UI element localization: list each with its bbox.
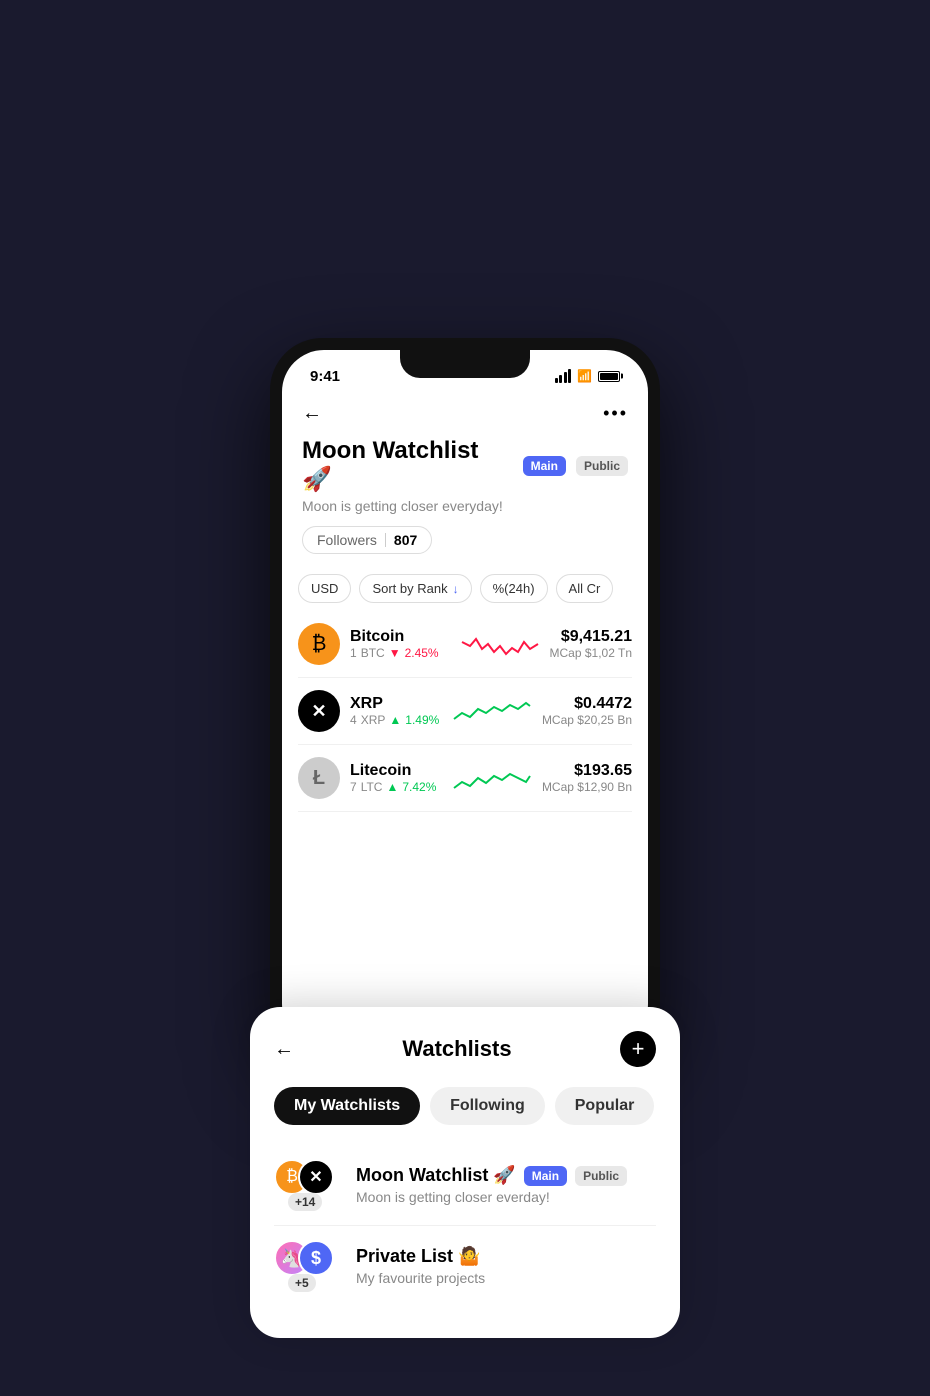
notch — [400, 350, 530, 378]
btc-meta: 1 BTC 2.45% — [350, 646, 450, 660]
moon-badge-public: Public — [575, 1166, 627, 1186]
status-icons: 📶 — [555, 369, 620, 383]
ltc-price: $193.65 — [542, 762, 632, 780]
ltc-name: Litecoin — [350, 762, 442, 780]
nav-bar: ← ••• — [282, 394, 648, 429]
filter-row: USD Sort by Rank ↓ %(24h) All Cr — [282, 566, 648, 611]
sort-arrow-icon: ↓ — [453, 582, 459, 596]
badge-main: Main — [523, 456, 566, 476]
xrp-price: $0.4472 — [542, 695, 632, 713]
ltc-price-info: $193.65 MCap $12,90 Bn — [542, 762, 632, 794]
moon-item-info: Moon Watchlist 🚀 Main Public Moon is get… — [356, 1165, 656, 1205]
btc-info: Bitcoin 1 BTC 2.45% — [350, 628, 450, 660]
coin-item-xrp[interactable]: ✕ XRP 4 XRP 1.49% $0.4472 — [298, 678, 632, 745]
moon-icon2: ✕ — [298, 1159, 334, 1195]
scene: 9:41 📶 ← ••• — [270, 338, 660, 1058]
followers-divider — [385, 533, 386, 547]
xrp-icon: ✕ — [298, 690, 340, 732]
private-item-info: Private List 🤷 My favourite projects — [356, 1246, 656, 1286]
btc-symbol: BTC — [361, 646, 385, 660]
private-more: +5 — [288, 1274, 316, 1292]
tab-following[interactable]: Following — [430, 1087, 545, 1125]
private-icons-stack: 🦄 $ +5 — [274, 1240, 342, 1292]
moon-item-desc: Moon is getting closer everday! — [356, 1189, 656, 1205]
coin-item-ltc[interactable]: Ł Litecoin 7 LTC 7.42% $1 — [298, 745, 632, 812]
tab-row: My Watchlists Following Popular — [274, 1087, 656, 1125]
status-time: 9:41 — [310, 368, 340, 385]
btc-price-info: $9,415.21 MCap $1,02 Tn — [550, 628, 633, 660]
xrp-change: 1.49% — [405, 713, 439, 727]
ltc-rank: 7 — [350, 780, 357, 794]
sheet-add-button[interactable]: + — [620, 1031, 656, 1067]
filter-change-label: %(24h) — [493, 581, 535, 596]
ltc-mcap: MCap $12,90 Bn — [542, 780, 632, 794]
signal-icon — [555, 369, 572, 383]
coin-item-btc[interactable]: ₿ Bitcoin 1 BTC 2.45% $9, — [298, 611, 632, 678]
sheet-title: Watchlists — [402, 1036, 511, 1062]
ltc-info: Litecoin 7 LTC 7.42% — [350, 762, 442, 794]
badge-public: Public — [576, 456, 628, 476]
filter-sort-label: Sort by Rank — [372, 581, 447, 596]
phone-screen: 9:41 📶 ← ••• — [282, 350, 648, 1046]
xrp-meta: 4 XRP 1.49% — [350, 713, 442, 727]
followers-count: 807 — [394, 532, 417, 548]
xrp-mcap: MCap $20,25 Bn — [542, 713, 632, 727]
btc-chart — [460, 624, 540, 664]
more-button[interactable]: ••• — [603, 403, 628, 424]
followers-badge: Followers 807 — [302, 526, 432, 554]
btc-name: Bitcoin — [350, 628, 450, 646]
watchlist-title-row: Moon Watchlist 🚀 Main Public — [302, 437, 628, 494]
sheet-header: ← Watchlists + — [274, 1031, 656, 1067]
moon-more: +14 — [288, 1193, 322, 1211]
watchlist-title: Moon Watchlist 🚀 — [302, 437, 513, 494]
moon-badge-main: Main — [524, 1166, 567, 1186]
btc-price: $9,415.21 — [550, 628, 633, 646]
private-title-row: Private List 🤷 — [356, 1246, 656, 1267]
private-icon2: $ — [298, 1240, 334, 1276]
followers-label: Followers — [317, 532, 377, 548]
coin-list: ₿ Bitcoin 1 BTC 2.45% $9, — [282, 611, 648, 812]
filter-all[interactable]: All Cr — [556, 574, 614, 603]
ltc-meta: 7 LTC 7.42% — [350, 780, 442, 794]
tab-my-watchlists[interactable]: My Watchlists — [274, 1087, 420, 1125]
filter-usd[interactable]: USD — [298, 574, 351, 603]
moon-icons-stack: ₿ ✕ +14 — [274, 1159, 342, 1211]
sheet-back-button[interactable]: ← — [274, 1038, 294, 1061]
ltc-change-icon — [386, 780, 398, 794]
xrp-price-info: $0.4472 MCap $20,25 Bn — [542, 695, 632, 727]
filter-usd-label: USD — [311, 581, 338, 596]
btc-rank: 1 — [350, 646, 357, 660]
wifi-icon: 📶 — [577, 369, 592, 383]
xrp-change-icon — [389, 713, 401, 727]
filter-all-label: All Cr — [569, 581, 601, 596]
ltc-chart — [452, 758, 532, 798]
xrp-info: XRP 4 XRP 1.49% — [350, 695, 442, 727]
btc-mcap: MCap $1,02 Tn — [550, 646, 633, 660]
xrp-chart — [452, 691, 532, 731]
watchlist-header: Moon Watchlist 🚀 Main Public Moon is get… — [282, 429, 648, 566]
tab-popular[interactable]: Popular — [555, 1087, 655, 1125]
ltc-symbol: LTC — [361, 780, 383, 794]
watchlists-sheet: ← Watchlists + My Watchlists Following P… — [250, 1007, 680, 1338]
back-button[interactable]: ← — [302, 402, 322, 425]
xrp-rank: 4 — [350, 713, 357, 727]
filter-change[interactable]: %(24h) — [480, 574, 548, 603]
private-item-desc: My favourite projects — [356, 1270, 656, 1286]
btc-change-icon — [389, 646, 401, 660]
filter-sort[interactable]: Sort by Rank ↓ — [359, 574, 471, 603]
btc-icon: ₿ — [298, 623, 340, 665]
ltc-icon: Ł — [298, 757, 340, 799]
watchlist-subtitle: Moon is getting closer everyday! — [302, 498, 628, 514]
sheet-item-moon[interactable]: ₿ ✕ +14 Moon Watchlist 🚀 Main Public Moo… — [274, 1145, 656, 1226]
battery-icon — [598, 371, 620, 382]
private-item-name: Private List 🤷 — [356, 1246, 480, 1267]
ltc-change: 7.42% — [402, 780, 436, 794]
moon-item-name: Moon Watchlist 🚀 — [356, 1165, 516, 1186]
xrp-symbol: XRP — [361, 713, 386, 727]
xrp-name: XRP — [350, 695, 442, 713]
sheet-item-private[interactable]: 🦄 $ +5 Private List 🤷 My favourite proje… — [274, 1226, 656, 1306]
btc-change: 2.45% — [405, 646, 439, 660]
moon-title-row: Moon Watchlist 🚀 Main Public — [356, 1165, 656, 1186]
phone-frame: 9:41 📶 ← ••• — [270, 338, 660, 1058]
